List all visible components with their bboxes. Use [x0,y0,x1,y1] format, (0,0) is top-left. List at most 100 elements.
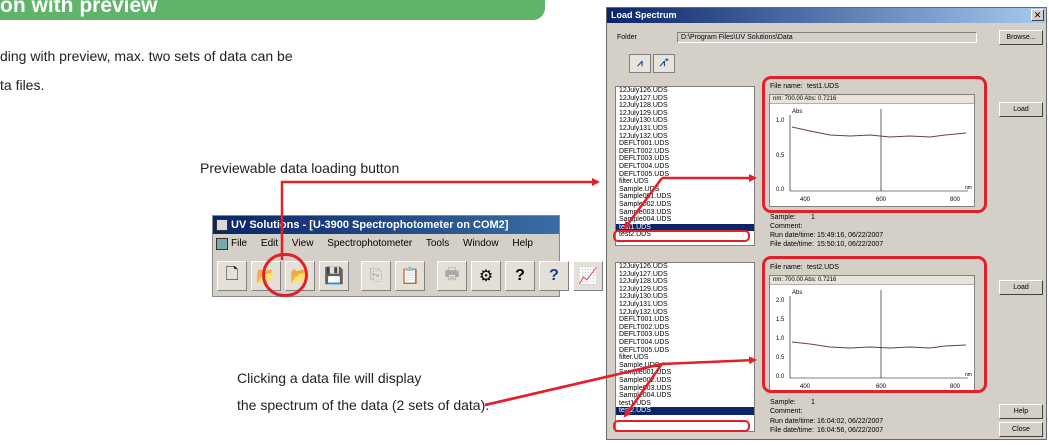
new-file-icon[interactable]: 🗋 [217,261,247,291]
folder-label: Folder [617,34,637,41]
menu-edit[interactable]: Edit [261,238,278,249]
list-item[interactable]: 12July128.UDS [616,102,754,110]
browse-button[interactable]: Browse... [999,30,1043,45]
file-date-label: File date/time: [770,427,814,434]
list-item[interactable]: Sample002.UDS [616,201,754,209]
settings-gears-icon[interactable]: ⚙ [471,261,501,291]
load-button-2[interactable]: Load [999,280,1043,295]
dialog-title-bar: Load Spectrum [607,8,1046,23]
description-line-2: ta files. [0,77,45,93]
close-icon[interactable]: ✕ [1031,9,1044,21]
copy-icon[interactable]: ⎘ [361,261,391,291]
menu-file[interactable]: File [231,238,247,249]
list-item[interactable]: DEFLT003.UDS [616,331,754,339]
menu-tools[interactable]: Tools [426,238,449,249]
sample-value: 1 [811,399,815,406]
list-item[interactable]: Sample004.UDS [616,392,754,400]
preview-1-highlight [762,76,987,213]
list-item[interactable]: DEFLT002.UDS [616,324,754,332]
list-item-selected[interactable]: test2.UDS [616,407,754,415]
annotation-click-line-2: the spectrum of the data (2 sets of data… [237,397,490,413]
list-item[interactable]: 12July132.UDS [616,133,754,141]
list-item[interactable]: Sample.UDS [616,186,754,194]
toolbar-separator [429,261,433,291]
list-item[interactable]: test1.UDS [616,400,754,408]
preview-2-highlight [762,256,987,393]
load-button-highlight [262,253,308,297]
description-line-1: ding with preview, max. two sets of data… [0,48,293,64]
list-item[interactable]: 12July126.UDS [616,263,754,271]
selected-file-1-highlight [613,230,750,242]
file-date-label: File date/time: [770,241,814,248]
print-icon[interactable]: 🖶 [437,261,467,291]
menu-spectrophotometer[interactable]: Spectrophotometer [327,238,412,249]
annotation-load-button: Previewable data loading button [200,160,400,176]
list-item[interactable]: 12July129.UDS [616,110,754,118]
list-item[interactable]: DEFLT004.UDS [616,339,754,347]
list-item[interactable]: Sample001.UDS [616,369,754,377]
list-item[interactable]: filter.UDS [616,178,754,186]
list-item[interactable]: Sample001.UDS [616,193,754,201]
list-item[interactable]: DEFLT001.UDS [616,140,754,148]
list-item[interactable]: DEFLT005.UDS [616,347,754,355]
document-icon [216,238,228,250]
file-list-1[interactable]: 12July126.UDS 12July127.UDS 12July128.UD… [615,86,755,246]
annotation-click-line-1: Clicking a data file will display [237,370,422,386]
run-date-value: 16:04:02, 06/22/2007 [817,418,884,425]
sample-label: Sample: [770,214,796,221]
toolbar-separator [353,261,357,291]
banner-title: on with preview [0,0,158,17]
list-item[interactable]: Sample002.UDS [616,377,754,385]
load-button-1[interactable]: Load [999,102,1043,117]
list-item[interactable]: 12July130.UDS [616,293,754,301]
list-item[interactable]: 12July130.UDS [616,117,754,125]
help-icon[interactable]: ? [505,261,535,291]
list-item[interactable]: 12July126.UDS [616,87,754,95]
list-item[interactable]: 12July131.UDS [616,125,754,133]
file-date-value: 16:04:56, 06/22/2007 [817,427,884,434]
comment-label: Comment: [770,408,803,415]
list-item[interactable]: DEFLT003.UDS [616,155,754,163]
single-preview-mode-icon[interactable]: ⩘ [629,54,651,73]
run-date-label: Run date/time: [770,418,816,425]
section-banner: on with preview [0,0,545,20]
list-item[interactable]: DEFLT002.UDS [616,148,754,156]
save-icon[interactable]: 💾 [319,261,349,291]
menu-view[interactable]: View [292,238,314,249]
selected-file-2-highlight [613,420,750,432]
paste-icon[interactable]: 📋 [395,261,425,291]
list-item[interactable]: 12July128.UDS [616,278,754,286]
list-item[interactable]: Sample004.UDS [616,216,754,224]
app-title-bar: UV Solutions - [U-3900 Spectrophotometer… [213,216,559,234]
file-list-2[interactable]: 12July126.UDS 12July127.UDS 12July128.UD… [615,262,755,432]
list-item[interactable]: 12July129.UDS [616,286,754,294]
close-button[interactable]: Close [999,422,1043,437]
menu-help[interactable]: Help [512,238,533,249]
list-item[interactable]: DEFLT005.UDS [616,171,754,179]
file-date-value: 15:50:10, 06/22/2007 [817,241,884,248]
list-item[interactable]: Sample003.UDS [616,209,754,217]
app-icon [216,219,228,231]
list-item[interactable]: filter.UDS [616,354,754,362]
dialog-title: Load Spectrum [611,10,677,20]
list-item[interactable]: DEFLT001.UDS [616,316,754,324]
list-item[interactable]: 12July127.UDS [616,271,754,279]
menu-window[interactable]: Window [463,238,499,249]
help-button[interactable]: Help [999,404,1043,419]
list-item[interactable]: 12July127.UDS [616,95,754,103]
context-help-icon[interactable]: ? [539,261,569,291]
list-item[interactable]: Sample003.UDS [616,385,754,393]
folder-path-field[interactable]: D:\Program Files\UV Solutions\Data [677,32,977,43]
run-date-value: 15:49:16, 06/22/2007 [817,232,884,239]
sample-label: Sample: [770,399,796,406]
spectrum-window-icon[interactable]: 📈 [573,261,603,291]
list-item[interactable]: DEFLT004.UDS [616,163,754,171]
run-date-label: Run date/time: [770,232,816,239]
app-title: UV Solutions - [U-3900 Spectrophotometer… [231,219,509,231]
sample-value: 1 [811,214,815,221]
list-item[interactable]: 12July131.UDS [616,301,754,309]
app-menu-bar: File Edit View Spectrophotometer Tools W… [213,235,559,253]
list-item[interactable]: Sample.UDS [616,362,754,370]
dual-preview-mode-icon[interactable]: ⩘⁺ [653,54,675,73]
list-item[interactable]: 12July132.UDS [616,309,754,317]
